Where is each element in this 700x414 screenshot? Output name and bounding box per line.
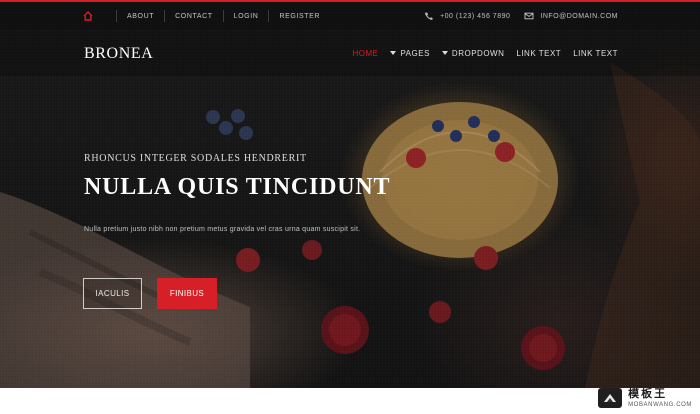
utility-links: ABOUT CONTACT LOGIN REGISTER: [80, 2, 320, 30]
hero-title: NULLA QUIS TINCIDUNT: [84, 174, 391, 200]
utility-contact: +00 (123) 456 7890 INFO@DOMAIN.COM: [424, 2, 618, 30]
nav-item-home[interactable]: HOME: [352, 49, 378, 58]
utility-separator: [116, 10, 117, 22]
main-nav: HOME PAGES DROPDOWN LINK TEXT LINK TEXT: [352, 30, 618, 76]
utility-link-login[interactable]: LOGIN: [234, 13, 259, 20]
hero-description: Nulla pretium justo nibh non pretium met…: [84, 226, 361, 233]
nav-item-pages[interactable]: PAGES: [390, 49, 429, 58]
finibus-button[interactable]: FINIBUS: [157, 278, 217, 309]
nav-label: DROPDOWN: [451, 48, 505, 58]
email-icon: [524, 11, 534, 21]
utility-separator: [268, 10, 270, 22]
hero-banner: ABOUT CONTACT LOGIN REGISTER +00 (123) 4…: [0, 2, 700, 388]
watermark-logo-icon: [598, 388, 623, 408]
watermark-domain: MOBANWANG.COM: [628, 401, 692, 408]
brand-logo[interactable]: BRONEA: [84, 45, 153, 63]
nav-item-link-text-2[interactable]: LINK TEXT: [573, 49, 618, 58]
email-address: INFO@DOMAIN.COM: [540, 12, 618, 20]
hero-copy: RHONCUS INTEGER SODALES HENDRERIT NULLA …: [84, 153, 514, 233]
phone-icon: [424, 11, 434, 21]
hero-subtitle: RHONCUS INTEGER SODALES HENDRERIT: [84, 153, 307, 164]
watermark-text: 模板王 MOBANWANG.COM: [628, 387, 692, 408]
nav-item-link-text-1[interactable]: LINK TEXT: [516, 49, 561, 58]
nav-label: LINK TEXT: [573, 48, 618, 58]
utility-link-contact[interactable]: CONTACT: [175, 13, 213, 20]
caret-down-icon: [390, 51, 397, 55]
nav-item-dropdown[interactable]: DROPDOWN: [441, 48, 505, 58]
nav-label: LINK TEXT: [516, 48, 562, 58]
nav-label: PAGES: [400, 48, 430, 58]
phone-contact[interactable]: +00 (123) 456 7890: [424, 11, 510, 21]
utility-link-register[interactable]: REGISTER: [279, 13, 320, 20]
nav-label: HOME: [352, 48, 379, 58]
caret-down-icon: [441, 51, 448, 55]
utility-separator: [164, 10, 166, 22]
utility-bar: ABOUT CONTACT LOGIN REGISTER +00 (123) 4…: [0, 2, 700, 31]
site-watermark: 模板王 MOBANWANG.COM: [598, 388, 692, 408]
iaculis-button[interactable]: IACULIS: [83, 278, 142, 309]
utility-separator: [222, 10, 224, 22]
watermark-brand: 模板王: [628, 387, 668, 400]
utility-link-about[interactable]: ABOUT: [127, 13, 154, 20]
home-icon[interactable]: [80, 8, 96, 24]
phone-number: +00 (123) 456 7890: [440, 12, 511, 20]
main-navbar: BRONEA HOME PAGES DROPDOWN LINK TEXT LIN…: [0, 30, 700, 76]
email-contact[interactable]: INFO@DOMAIN.COM: [524, 11, 618, 21]
